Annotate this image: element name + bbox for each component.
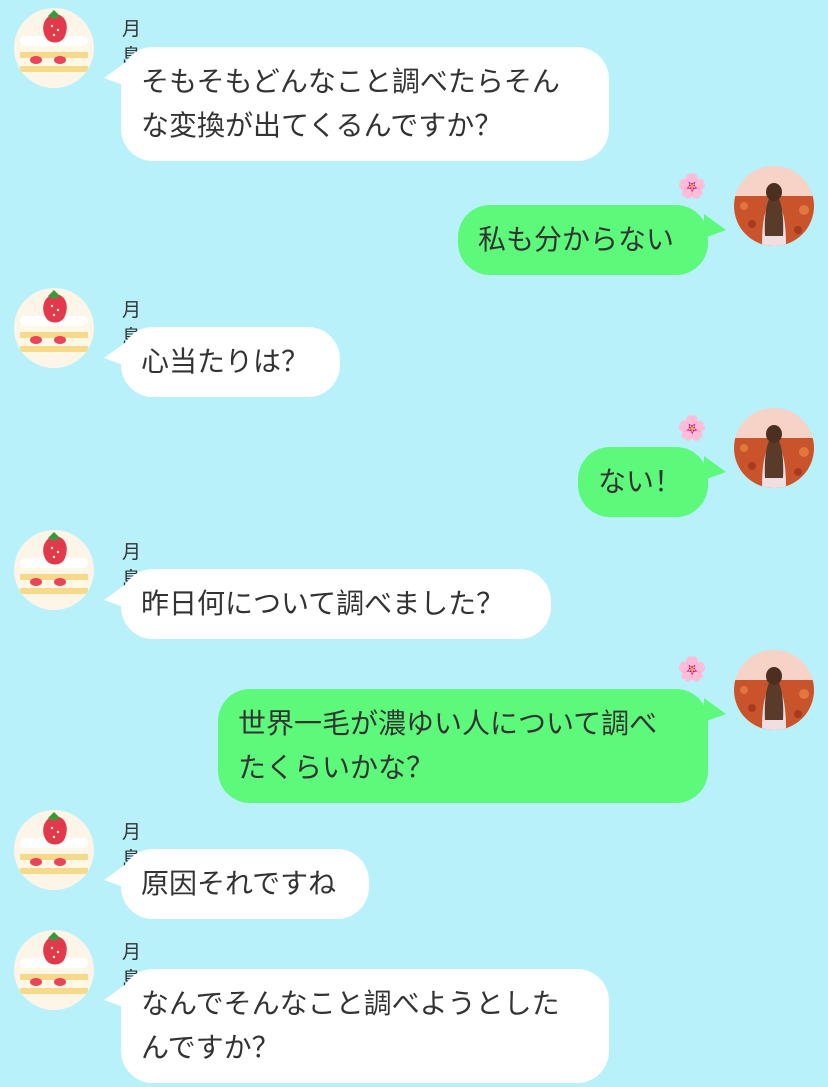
contact-avatar[interactable] xyxy=(14,810,94,890)
self-avatar[interactable] xyxy=(734,650,814,730)
strawberry-shortcake-icon xyxy=(14,530,94,610)
message-bubble[interactable]: ない！ xyxy=(578,447,708,517)
contact-avatar[interactable] xyxy=(14,8,94,88)
message-bubble[interactable]: 世界一毛が濃ゆい人について調べ たくらいかな？ xyxy=(218,689,708,803)
contact-avatar[interactable] xyxy=(14,530,94,610)
strawberry-shortcake-icon xyxy=(14,8,94,88)
message-bubble[interactable]: 昨日何について調べました？ xyxy=(121,569,551,639)
girl-in-flower-field-icon xyxy=(734,650,814,730)
message-bubble[interactable]: 私も分からない xyxy=(458,205,708,275)
flower-icon: 🌸 xyxy=(677,172,707,200)
message-bubble[interactable]: そもそもどんなこと調べたらそん な変換が出てくるんですか？ xyxy=(121,47,609,161)
flower-icon: 🌸 xyxy=(677,414,707,442)
message-bubble[interactable]: 原因それですね xyxy=(121,849,369,919)
strawberry-shortcake-icon xyxy=(14,930,94,1010)
girl-in-flower-field-icon xyxy=(734,408,814,488)
self-avatar[interactable] xyxy=(734,408,814,488)
message-bubble[interactable]: なんでそんなこと調べようとした んですか？ xyxy=(121,969,609,1083)
strawberry-shortcake-icon xyxy=(14,288,94,368)
girl-in-flower-field-icon xyxy=(734,166,814,246)
contact-avatar[interactable] xyxy=(14,288,94,368)
message-bubble[interactable]: 心当たりは？ xyxy=(121,327,340,397)
self-avatar[interactable] xyxy=(734,166,814,246)
strawberry-shortcake-icon xyxy=(14,810,94,890)
flower-icon: 🌸 xyxy=(677,655,707,683)
contact-avatar[interactable] xyxy=(14,930,94,1010)
